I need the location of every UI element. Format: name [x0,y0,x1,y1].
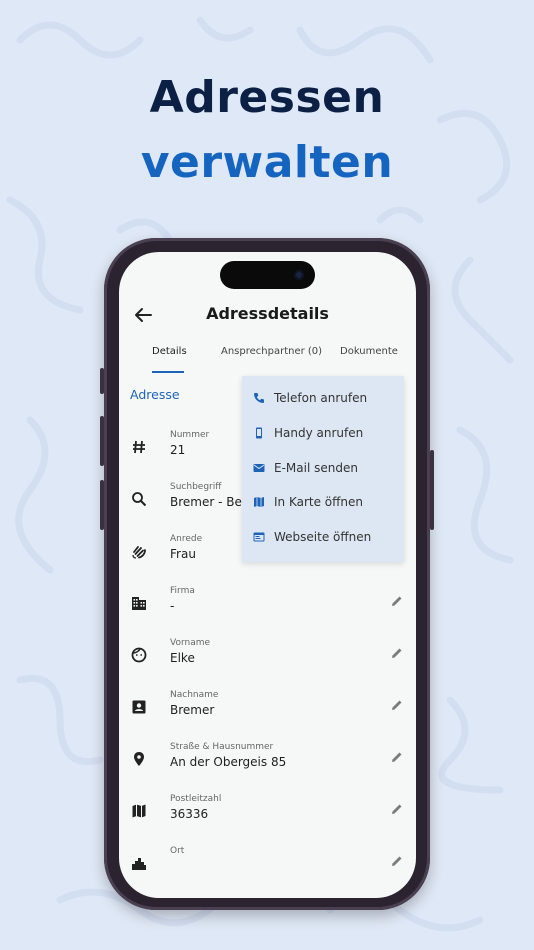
field-label: Nummer [170,430,210,440]
field-value: 21 [170,443,186,457]
field-label: Nachname [170,690,219,700]
field-row-vorname[interactable]: Vorname Elke [119,635,416,687]
tab-ansprechpartner[interactable]: Ansprechpartner (0) [221,346,322,357]
field-row-ort[interactable]: Ort [119,843,416,895]
field-value: - [170,599,175,613]
section-title: Adresse [130,387,180,402]
field-value: 36336 [170,807,209,821]
field-label: Anrede [170,534,203,544]
tab-details[interactable]: Details [152,346,187,357]
hash-icon [133,440,145,454]
menu-item-email-senden[interactable]: E-Mail senden [242,452,404,486]
mobile-icon [256,427,262,439]
field-label: Firma [170,586,195,596]
active-tab-indicator [152,371,184,373]
field-value: Bremer [170,703,215,717]
phone-power-button [430,450,434,530]
field-label: Vorname [170,638,211,648]
tab-dokumente[interactable]: Dokumente [340,346,398,357]
pencil-icon[interactable] [391,751,403,763]
headline-line-1: Adressen [149,72,385,123]
menu-item-label: In Karte öffnen [274,495,364,509]
city-icon [132,858,146,870]
search-icon [132,492,147,507]
dynamic-island [220,261,315,289]
menu-item-label: Handy anrufen [274,426,364,440]
field-row-strasse[interactable]: Straße & Hausnummer An der Obergeis 85 [119,739,416,791]
menu-item-handy-anrufen[interactable]: Handy anrufen [242,417,404,451]
field-label: Ort [170,846,185,856]
menu-item-telefon-anrufen[interactable]: Telefon anrufen [242,382,404,416]
pencil-icon[interactable] [391,803,403,815]
menu-item-label: Telefon anrufen [274,391,368,405]
pencil-icon[interactable] [391,855,403,867]
app-screen: Adressdetails Details Ansprechpartner (0… [119,252,416,898]
building-icon [132,597,146,610]
field-label: Suchbegriff [170,482,222,492]
pencil-icon[interactable] [391,699,403,711]
contact-actions-menu: Telefon anrufen Handy anrufen E-Mail sen… [242,376,404,562]
menu-item-label: Webseite öffnen [274,530,372,544]
menu-item-label: E-Mail senden [274,461,358,475]
phone-side-button [100,480,104,530]
map-icon [132,804,146,818]
field-row-postleitzahl[interactable]: Postleitzahl 36336 [119,791,416,843]
field-row-nachname[interactable]: Nachname Bremer [119,687,416,739]
map-icon [254,497,264,507]
web-icon [253,532,265,542]
location-pin-icon [134,752,144,766]
phone-side-button [100,416,104,466]
field-row-firma[interactable]: Firma - [119,583,416,635]
wave-hand-icon [132,546,146,559]
field-value: An der Obergeis 85 [170,755,287,769]
field-value: Frau [170,547,196,561]
camera-icon [294,270,304,280]
contact-card-icon [132,700,146,714]
field-value: Bremer - Bei [170,495,246,509]
field-label: Straße & Hausnummer [170,742,274,752]
phone-icon [254,393,264,403]
pencil-icon[interactable] [391,595,403,607]
face-icon [131,647,147,663]
menu-item-in-karte-oeffnen[interactable]: In Karte öffnen [242,486,404,520]
pencil-icon[interactable] [391,647,403,659]
phone-side-button [100,368,104,394]
email-icon [253,464,265,472]
menu-item-webseite-oeffnen[interactable]: Webseite öffnen [242,521,404,555]
headline-line-2: verwalten [140,137,394,188]
field-value: Elke [170,651,195,665]
page-title: Adressdetails [206,304,329,323]
field-label: Postleitzahl [170,794,222,804]
